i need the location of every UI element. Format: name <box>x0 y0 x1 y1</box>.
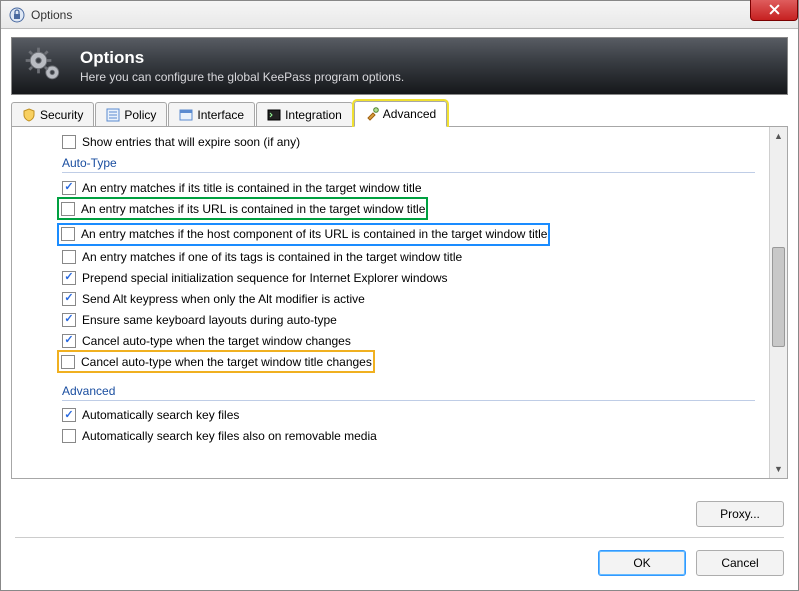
checkbox[interactable] <box>62 181 76 195</box>
list-icon <box>106 108 120 122</box>
checkbox[interactable] <box>62 429 76 443</box>
checkbox[interactable] <box>62 135 76 149</box>
option-row[interactable]: Cancel auto-type when the target window … <box>12 330 769 351</box>
terminal-icon <box>267 108 281 122</box>
checkbox[interactable] <box>61 355 75 369</box>
scroll-thumb[interactable] <box>772 247 785 347</box>
tab-label: Advanced <box>383 107 436 121</box>
group-rule <box>62 172 755 173</box>
group-header-autotype: Auto-Type <box>12 152 769 172</box>
group-header-advanced: Advanced <box>12 380 769 400</box>
tab-policy[interactable]: Policy <box>95 102 167 126</box>
option-label: Automatically search key files also on r… <box>82 429 377 443</box>
option-label: An entry matches if its title is contain… <box>82 181 422 195</box>
tools-icon <box>365 107 379 121</box>
scrollbar[interactable]: ▲ ▼ <box>769 127 787 478</box>
proxy-button[interactable]: Proxy... <box>696 501 784 527</box>
cancel-button[interactable]: Cancel <box>696 550 784 576</box>
checkbox[interactable] <box>61 227 75 241</box>
option-label: Cancel auto-type when the target window … <box>81 355 372 369</box>
option-label: Cancel auto-type when the target window … <box>82 334 351 348</box>
option-label: An entry matches if the host component o… <box>81 227 547 241</box>
close-button[interactable] <box>750 0 798 21</box>
option-label: Send Alt keypress when only the Alt modi… <box>82 292 365 306</box>
tab-label: Policy <box>124 108 156 122</box>
option-row[interactable]: Automatically search key files <box>12 405 769 426</box>
close-icon <box>769 4 780 15</box>
checkbox[interactable] <box>62 408 76 422</box>
scroll-down-icon[interactable]: ▼ <box>770 460 787 478</box>
tab-label: Interface <box>197 108 244 122</box>
option-row-highlighted-orange[interactable]: Cancel auto-type when the target window … <box>58 351 374 372</box>
option-label: An entry matches if one of its tags is c… <box>82 250 462 264</box>
option-label: Prepend special initialization sequence … <box>82 271 448 285</box>
ok-button[interactable]: OK <box>598 550 686 576</box>
checkbox[interactable] <box>61 202 75 216</box>
tab-integration[interactable]: Integration <box>256 102 353 126</box>
option-row-highlighted-blue[interactable]: An entry matches if the host component o… <box>58 224 549 245</box>
banner-subtitle: Here you can configure the global KeePas… <box>80 70 404 84</box>
options-list: Show entries that will expire soon (if a… <box>11 127 788 479</box>
tab-interface[interactable]: Interface <box>168 102 255 126</box>
separator <box>15 537 784 538</box>
option-label: Ensure same keyboard layouts during auto… <box>82 313 337 327</box>
shield-icon <box>22 108 36 122</box>
titlebar: Options <box>1 1 798 29</box>
option-row[interactable]: Send Alt keypress when only the Alt modi… <box>12 288 769 309</box>
option-row[interactable]: An entry matches if one of its tags is c… <box>12 246 769 267</box>
checkbox[interactable] <box>62 334 76 348</box>
window-title: Options <box>31 8 72 22</box>
option-row-highlighted-green[interactable]: An entry matches if its URL is contained… <box>58 198 427 219</box>
option-row[interactable]: Ensure same keyboard layouts during auto… <box>12 309 769 330</box>
checkbox[interactable] <box>62 250 76 264</box>
tab-advanced[interactable]: Advanced <box>354 101 447 127</box>
scroll-up-icon[interactable]: ▲ <box>770 127 787 145</box>
checkbox[interactable] <box>62 292 76 306</box>
option-row[interactable]: Automatically search key files also on r… <box>12 426 769 447</box>
lock-icon <box>9 7 25 23</box>
checkbox[interactable] <box>62 313 76 327</box>
dialog-footer: Proxy... OK Cancel <box>1 489 798 590</box>
group-rule <box>62 400 755 401</box>
tab-label: Security <box>40 108 83 122</box>
window-icon <box>179 108 193 122</box>
option-label: Automatically search key files <box>82 408 239 422</box>
tab-security[interactable]: Security <box>11 102 94 126</box>
option-row[interactable]: Prepend special initialization sequence … <box>12 267 769 288</box>
options-banner: Options Here you can configure the globa… <box>11 37 788 95</box>
option-row[interactable]: An entry matches if its title is contain… <box>12 177 769 198</box>
checkbox[interactable] <box>62 271 76 285</box>
option-label: An entry matches if its URL is contained… <box>81 202 425 216</box>
option-row[interactable]: Show entries that will expire soon (if a… <box>12 131 769 152</box>
gears-icon <box>22 44 66 88</box>
tabstrip: Security Policy Interface Integration Ad… <box>11 101 788 127</box>
option-label: Show entries that will expire soon (if a… <box>82 135 300 149</box>
tab-label: Integration <box>285 108 342 122</box>
banner-title: Options <box>80 48 404 68</box>
